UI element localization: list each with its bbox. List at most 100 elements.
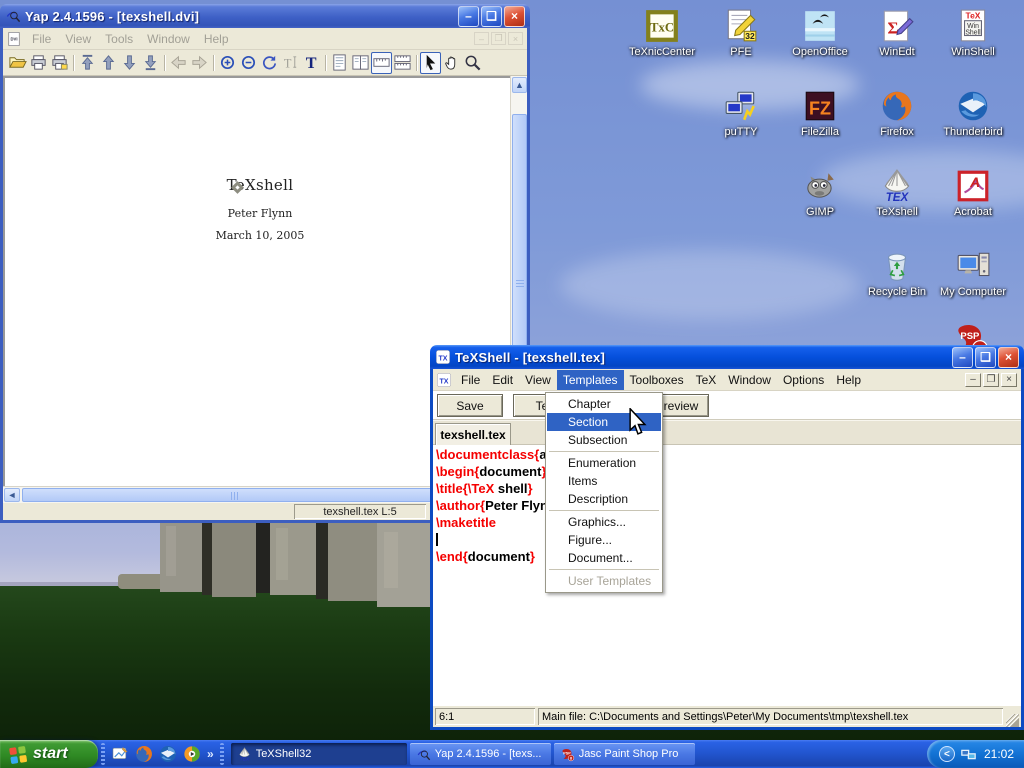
texshell-maximize-button[interactable]: ❑ bbox=[975, 347, 996, 368]
texshell-menu-edit[interactable]: Edit bbox=[486, 370, 519, 390]
templates-menu-item-graphics[interactable]: Graphics... bbox=[547, 513, 661, 531]
desktop-icon-putty[interactable]: puTTY bbox=[703, 88, 779, 138]
templates-menu-item-items[interactable]: Items bbox=[547, 472, 661, 490]
quicklaunch-firefox-icon[interactable] bbox=[134, 744, 154, 764]
texshell-menu-view[interactable]: View bbox=[519, 370, 557, 390]
resize-grip[interactable] bbox=[1006, 714, 1019, 727]
quick-launch-overflow-chevron[interactable]: » bbox=[204, 747, 217, 761]
mdi-restore-button[interactable]: ❐ bbox=[983, 373, 999, 387]
mdi-close-button[interactable]: × bbox=[508, 32, 523, 45]
texshell-window-title: TeXShell - [texshell.tex] bbox=[455, 350, 948, 365]
mdi-close-button[interactable]: × bbox=[1001, 373, 1017, 387]
taskbar-task-texshell32[interactable]: TEXTeXShell32 bbox=[231, 743, 407, 765]
magnifier-tool-button[interactable] bbox=[462, 52, 483, 74]
desktop-icon-texshell[interactable]: TEXTeXshell bbox=[859, 168, 935, 218]
quicklaunch-show-desktop-icon[interactable] bbox=[110, 744, 130, 764]
scroll-up-button[interactable]: ▲ bbox=[512, 77, 527, 93]
quicklaunch-media-player-icon[interactable] bbox=[182, 744, 202, 764]
desktop-icon-firefox[interactable]: Firefox bbox=[859, 88, 935, 138]
texshell-icon: TEX bbox=[879, 168, 915, 204]
desktop-icon-filezilla[interactable]: FZFileZilla bbox=[782, 88, 858, 138]
zoom-in-button[interactable] bbox=[217, 52, 238, 74]
templates-menu-item-user-templates[interactable]: User Templates bbox=[547, 572, 661, 590]
texshell-menu-options[interactable]: Options bbox=[777, 370, 830, 390]
quicklaunch-thunderbird-icon[interactable] bbox=[158, 744, 178, 764]
texshell-menu-help[interactable]: Help bbox=[830, 370, 867, 390]
desktop-icon-winshell[interactable]: TeXWinShellWinShell bbox=[935, 8, 1011, 58]
dvi-document-author: Peter Flynn bbox=[160, 207, 360, 220]
yap-maximize-button[interactable]: ❑ bbox=[481, 6, 502, 27]
templates-menu-item-document[interactable]: Document... bbox=[547, 549, 661, 567]
desktop-icon-recyclebin[interactable]: Recycle Bin bbox=[859, 248, 935, 298]
desktop-icon-pfe[interactable]: 32PFE bbox=[703, 8, 779, 58]
scroll-left-button[interactable]: ◄ bbox=[4, 488, 20, 502]
yap-menu-window[interactable]: Window bbox=[140, 29, 197, 49]
texshell-menu-window[interactable]: Window bbox=[722, 370, 777, 390]
scroll-thumb[interactable] bbox=[22, 488, 440, 502]
back-button[interactable] bbox=[168, 52, 189, 74]
templates-menu-item-description[interactable]: Description bbox=[547, 490, 661, 508]
refresh-button[interactable] bbox=[259, 52, 280, 74]
desktop-icon-openoffice[interactable]: OpenOffice bbox=[782, 8, 858, 58]
toolbar-drag-handle[interactable] bbox=[101, 743, 105, 765]
zoom-out-button[interactable] bbox=[238, 52, 259, 74]
desktop-icon-gimp[interactable]: GIMP bbox=[782, 168, 858, 218]
taskbar-task-yap-2-4-1596-texs[interactable]: Yap 2.4.1596 - [texs... bbox=[410, 743, 551, 765]
yap-menu-tools[interactable]: Tools bbox=[98, 29, 140, 49]
next-page-button[interactable] bbox=[119, 52, 140, 74]
psp-icon: PSP8 bbox=[560, 747, 575, 762]
texshell-document-icon[interactable]: TX bbox=[436, 372, 452, 388]
yap-close-button[interactable]: × bbox=[504, 6, 525, 27]
texshell-minimize-button[interactable]: – bbox=[952, 347, 973, 368]
texshell-close-button[interactable]: × bbox=[998, 347, 1019, 368]
pan-tool-button[interactable] bbox=[441, 52, 462, 74]
text-mode-button[interactable]: T bbox=[301, 52, 322, 74]
first-page-button[interactable] bbox=[77, 52, 98, 74]
start-button[interactable]: start bbox=[0, 740, 98, 768]
mdi-restore-button[interactable]: ❐ bbox=[491, 32, 506, 45]
mdi-minimize-button[interactable]: – bbox=[474, 32, 489, 45]
facing-view-button[interactable] bbox=[350, 52, 371, 74]
texshell-menu-templates[interactable]: Templates bbox=[557, 370, 624, 390]
tray-collapse-chevron[interactable]: < bbox=[939, 746, 955, 762]
mdi-minimize-button[interactable]: – bbox=[965, 373, 981, 387]
open-file-button[interactable] bbox=[7, 52, 28, 74]
yap-minimize-button[interactable]: – bbox=[458, 6, 479, 27]
editor-line: \begin{document} bbox=[436, 464, 1021, 481]
select-tool-button[interactable] bbox=[420, 52, 441, 74]
texshell-titlebar[interactable]: TX TeXShell - [texshell.tex] – ❑ × bbox=[430, 345, 1024, 369]
last-page-button[interactable] bbox=[140, 52, 161, 74]
desktop-icon-thunderbird[interactable]: Thunderbird bbox=[935, 88, 1011, 138]
yap-titlebar[interactable]: Yap 2.4.1596 - [texshell.dvi] – ❑ × bbox=[0, 4, 530, 28]
templates-menu-item-figure[interactable]: Figure... bbox=[547, 531, 661, 549]
print-setup-button[interactable] bbox=[49, 52, 70, 74]
ruler-button[interactable] bbox=[371, 52, 392, 74]
desktop-icon-acrobat[interactable]: AAcrobat bbox=[935, 168, 1011, 218]
recyclebin-icon bbox=[879, 248, 915, 284]
grid-button[interactable] bbox=[392, 52, 413, 74]
forward-button[interactable] bbox=[189, 52, 210, 74]
previous-page-button[interactable] bbox=[98, 52, 119, 74]
dvi-document-icon[interactable]: DVI bbox=[6, 31, 22, 47]
texshell-menu-toolboxes[interactable]: Toolboxes bbox=[624, 370, 690, 390]
yap-menu-file[interactable]: File bbox=[25, 29, 58, 49]
desktop-icon-texniccenter[interactable]: TxCTeXnicCenter bbox=[624, 8, 700, 58]
print-button[interactable] bbox=[28, 52, 49, 74]
text-select-button[interactable]: T bbox=[280, 52, 301, 74]
desktop-icon-label: Thunderbird bbox=[935, 126, 1011, 138]
taskbar-task-jasc-paint-shop-pro[interactable]: PSP8Jasc Paint Shop Pro bbox=[554, 743, 695, 765]
texshell-menu-file[interactable]: File bbox=[455, 370, 486, 390]
texshell-editor[interactable]: \documentclass{article}\begin{document}\… bbox=[433, 445, 1021, 706]
save-button[interactable]: Save bbox=[437, 394, 503, 417]
toolbar-drag-handle[interactable] bbox=[220, 743, 224, 765]
templates-menu-item-enumeration[interactable]: Enumeration bbox=[547, 454, 661, 472]
tab-texshell-tex[interactable]: texshell.tex bbox=[435, 423, 511, 445]
network-icon[interactable] bbox=[960, 746, 977, 763]
desktop-icon-mycomputer[interactable]: My Computer bbox=[935, 248, 1011, 298]
page-view-button[interactable] bbox=[329, 52, 350, 74]
texshell-menu-tex[interactable]: TeX bbox=[690, 370, 723, 390]
desktop-icon-winedt[interactable]: ΣWinEdt bbox=[859, 8, 935, 58]
yap-menu-help[interactable]: Help bbox=[197, 29, 236, 49]
yap-menu-view[interactable]: View bbox=[58, 29, 98, 49]
system-tray: < 21:02 bbox=[927, 740, 1024, 768]
